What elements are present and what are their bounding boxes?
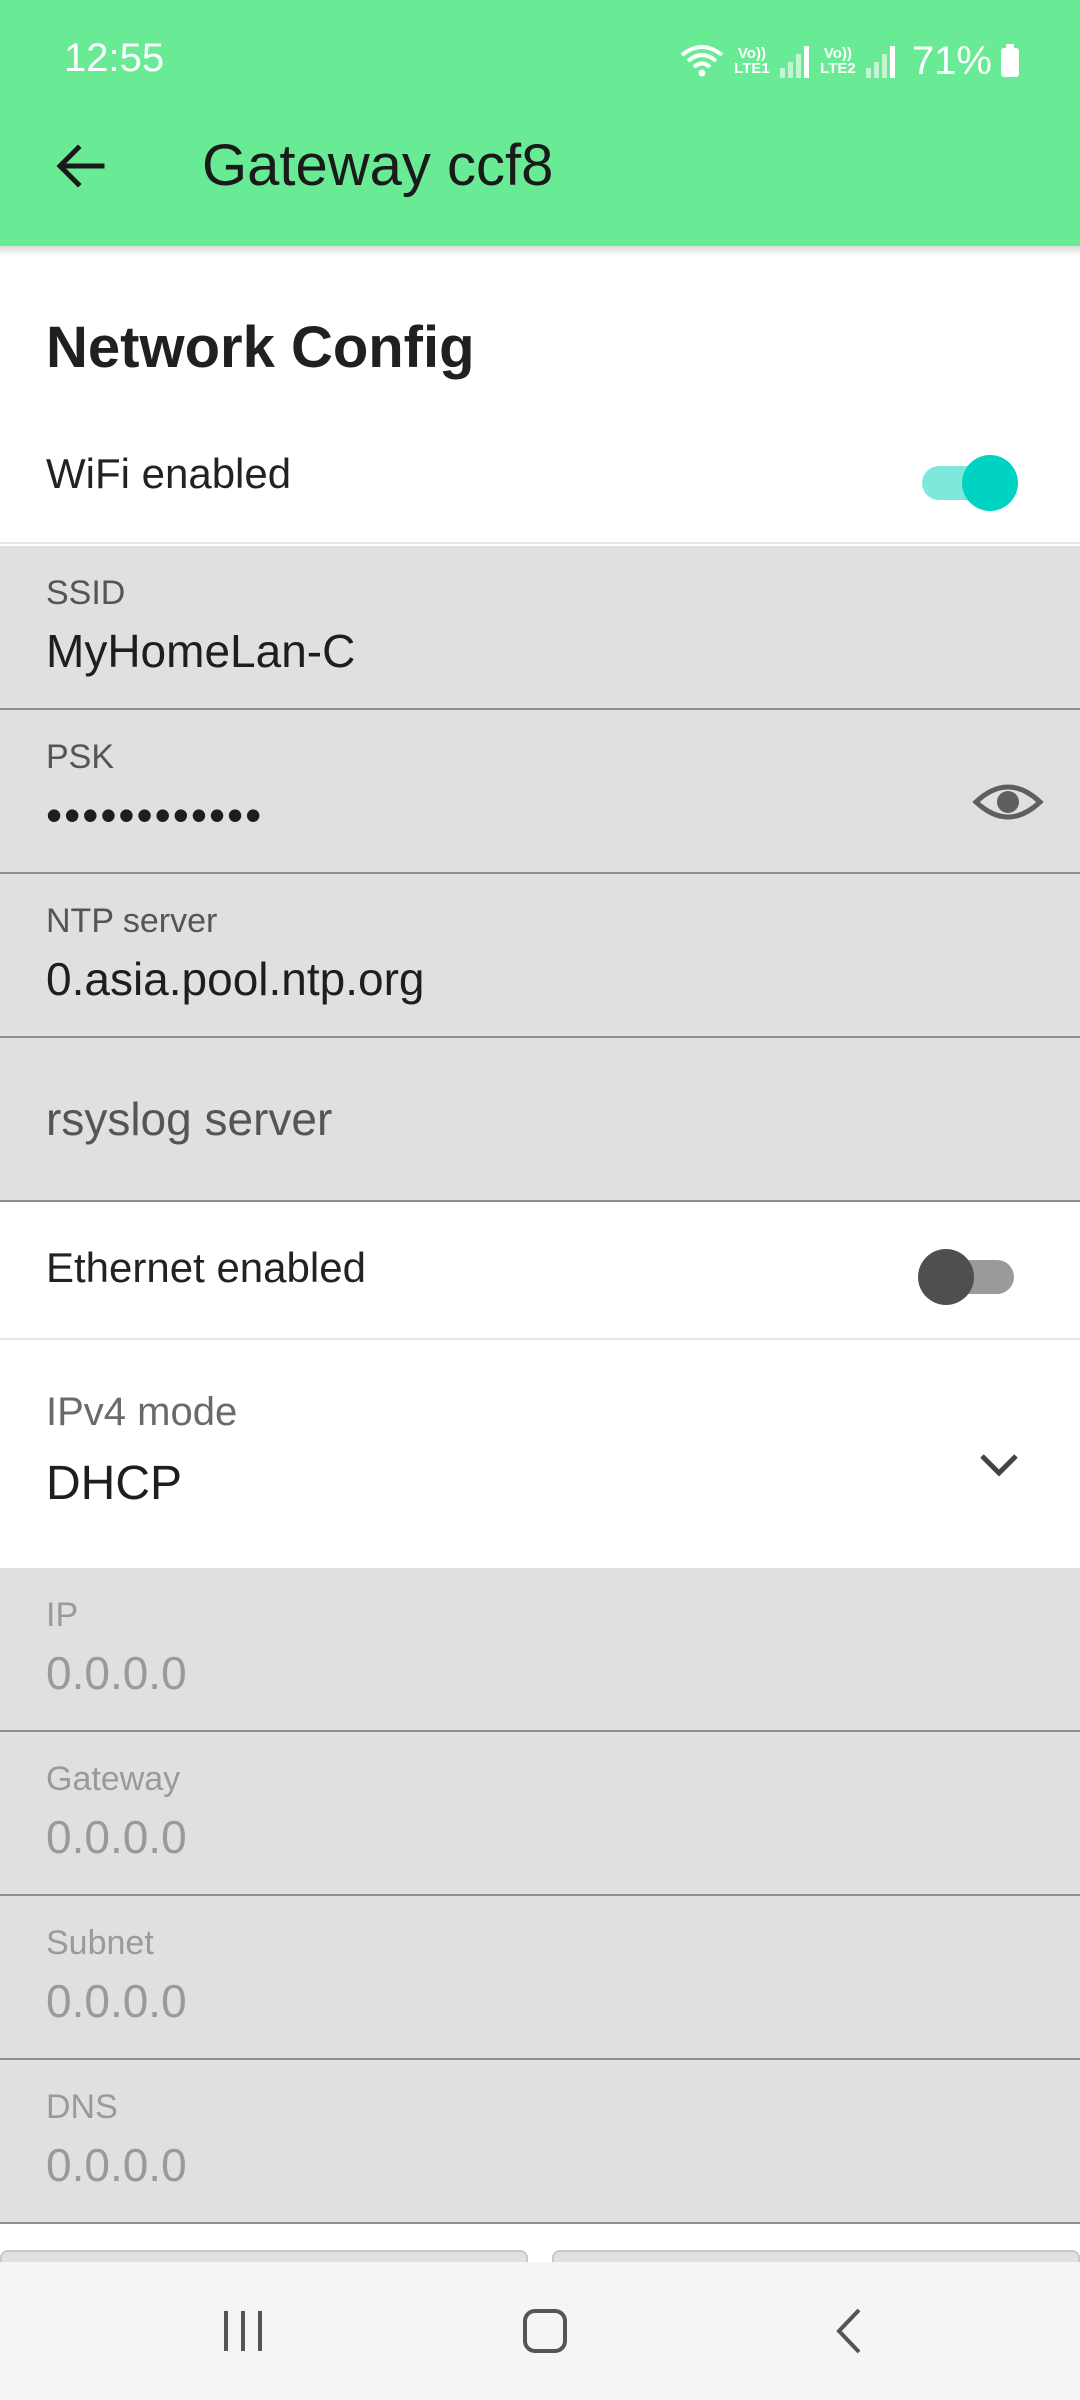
ipv4-mode-select[interactable]: IPv4 mode DHCP [0,1340,1080,1568]
subnet-label: Subnet [46,1924,154,1962]
ssid-field[interactable]: SSID MyHomeLan-C [0,546,1080,710]
ipv4-mode-value: DHCP [46,1457,183,1510]
dns-field: DNS 0.0.0.0 [0,2060,1080,2224]
psk-value: •••••••••••• [46,789,264,841]
ntp-server-field[interactable]: NTP server 0.asia.pool.ntp.org [0,874,1080,1038]
page-title: Gateway ccf8 [202,133,554,198]
ip-value: 0.0.0.0 [46,1647,187,1699]
rsyslog-server-field[interactable]: rsyslog server [0,1038,1080,1202]
ip-field: IP 0.0.0.0 [0,1568,1080,1732]
chevron-down-icon [980,1454,1018,1477]
battery-icon [1001,44,1019,77]
wifi-enabled-switch[interactable] [918,452,1018,511]
ipv4-mode-label: IPv4 mode [46,1390,238,1434]
ethernet-enabled-label: Ethernet enabled [46,1244,366,1291]
back-icon [836,2308,861,2354]
system-nav-bar [0,2262,1080,2400]
ip-label: IP [46,1596,79,1634]
gateway-value: 0.0.0.0 [46,1811,187,1863]
wifi-enabled-row[interactable]: WiFi enabled [0,410,1080,542]
section-title: Network Config [46,315,475,380]
status-icons: Vo)) LTE1 Vo)) LTE2 71% [680,34,1020,88]
arrow-back-icon [56,144,105,188]
switch-thumb [962,455,1018,511]
ethernet-enabled-switch[interactable] [918,1246,1018,1305]
dns-label: DNS [46,2088,118,2126]
sim1-badge: Vo)) LTE1 [734,45,770,77]
ssid-label: SSID [46,574,126,612]
sim2-badge: Vo)) LTE2 [820,45,856,77]
rsyslog-server-placeholder: rsyslog server [46,1093,333,1145]
ethernet-enabled-row[interactable]: Ethernet enabled [0,1204,1080,1336]
app-bar-shadow [0,246,1080,256]
gateway-field: Gateway 0.0.0.0 [0,1732,1080,1896]
battery-percent: 71% [911,38,992,83]
nav-back-button[interactable] [804,2296,894,2366]
signal-icon [865,46,895,78]
psk-field[interactable]: PSK •••••••••••• [0,710,1080,874]
back-button[interactable] [40,126,120,206]
wifi-icon [680,45,724,77]
psk-label: PSK [46,738,115,776]
recents-icon [224,2311,262,2351]
subnet-field: Subnet 0.0.0.0 [0,1896,1080,2060]
home-icon [523,2309,567,2353]
subnet-value: 0.0.0.0 [46,1975,187,2027]
switch-thumb [918,1249,974,1305]
signal-icon [779,46,809,78]
status-time: 12:55 [64,36,165,80]
eye-icon [972,784,1044,820]
ntp-server-value: 0.asia.pool.ntp.org [46,953,425,1005]
dns-value: 0.0.0.0 [46,2139,187,2191]
divider [0,542,1080,544]
home-button[interactable] [500,2296,590,2366]
ssid-value: MyHomeLan-C [46,625,356,677]
show-password-button[interactable] [970,764,1046,840]
app-bar: 12:55 Vo)) LTE1 Vo)) LTE2 71% Gateway cc… [0,0,1080,246]
ntp-server-label: NTP server [46,902,218,940]
recents-button[interactable] [198,2296,288,2366]
wifi-enabled-label: WiFi enabled [46,450,292,497]
gateway-label: Gateway [46,1760,181,1798]
